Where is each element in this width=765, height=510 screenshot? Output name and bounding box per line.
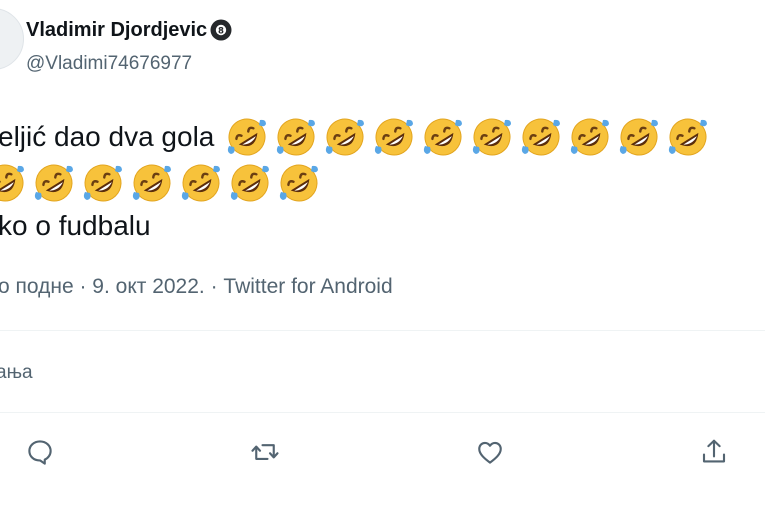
retweet-icon: [251, 444, 279, 460]
tweet-text-segment-1: eljić dao dva gola: [0, 121, 215, 152]
heart-icon: [478, 441, 502, 464]
reply-button[interactable]: [20, 432, 60, 472]
rolling-on-the-floor-laughing-emoji: [667, 116, 709, 158]
rolling-on-the-floor-laughing-emoji: [82, 162, 124, 204]
rolling-on-the-floor-laughing-emoji: [131, 162, 173, 204]
rolling-on-the-floor-laughing-emoji: [618, 116, 660, 158]
rolling-on-the-floor-laughing-emoji: [278, 162, 320, 204]
tweet-text-line-1: eljić dao dva gola: [0, 116, 716, 158]
author-name-text[interactable]: Vladimir Djordjevic: [26, 19, 207, 42]
svg-text:8: 8: [218, 26, 224, 36]
rolling-on-the-floor-laughing-emoji: [33, 162, 75, 204]
eight-ball-icon: 8: [210, 19, 232, 41]
tweet-timestamp-source[interactable]: о подне · 9. окт 2022. · Twitter for And…: [0, 275, 393, 299]
rolling-on-the-floor-laughing-emoji: [226, 116, 268, 158]
share-icon: [702, 439, 726, 463]
rolling-on-the-floor-laughing-emoji: [422, 116, 464, 158]
rolling-on-the-floor-laughing-emoji: [229, 162, 271, 204]
tweet-text-line-3: ko o fudbalu: [0, 208, 151, 244]
divider: [0, 330, 765, 331]
reply-icon: [28, 440, 52, 465]
rolling-on-the-floor-laughing-emoji: [520, 116, 562, 158]
tweet-text-line-2: [0, 162, 327, 204]
rolling-on-the-floor-laughing-emoji: [180, 162, 222, 204]
tweet-text-segment-3: ko o fudbalu: [0, 210, 151, 241]
avatar[interactable]: [0, 8, 24, 70]
emoji-run-1: [226, 116, 716, 158]
rolling-on-the-floor-laughing-emoji: [569, 116, 611, 158]
rolling-on-the-floor-laughing-emoji: [0, 162, 26, 204]
author-handle[interactable]: @Vladimi74676977: [26, 53, 192, 75]
retweet-button[interactable]: [245, 432, 285, 472]
like-button[interactable]: [470, 432, 510, 472]
quote-tweets-link[interactable]: ања: [0, 362, 33, 384]
rolling-on-the-floor-laughing-emoji: [324, 116, 366, 158]
rolling-on-the-floor-laughing-emoji: [373, 116, 415, 158]
author-display-name[interactable]: Vladimir Djordjevic 8: [26, 18, 233, 42]
rolling-on-the-floor-laughing-emoji: [275, 116, 317, 158]
divider: [0, 412, 765, 413]
rolling-on-the-floor-laughing-emoji: [471, 116, 513, 158]
emoji-run-2: [0, 162, 327, 204]
share-button[interactable]: [694, 432, 734, 472]
